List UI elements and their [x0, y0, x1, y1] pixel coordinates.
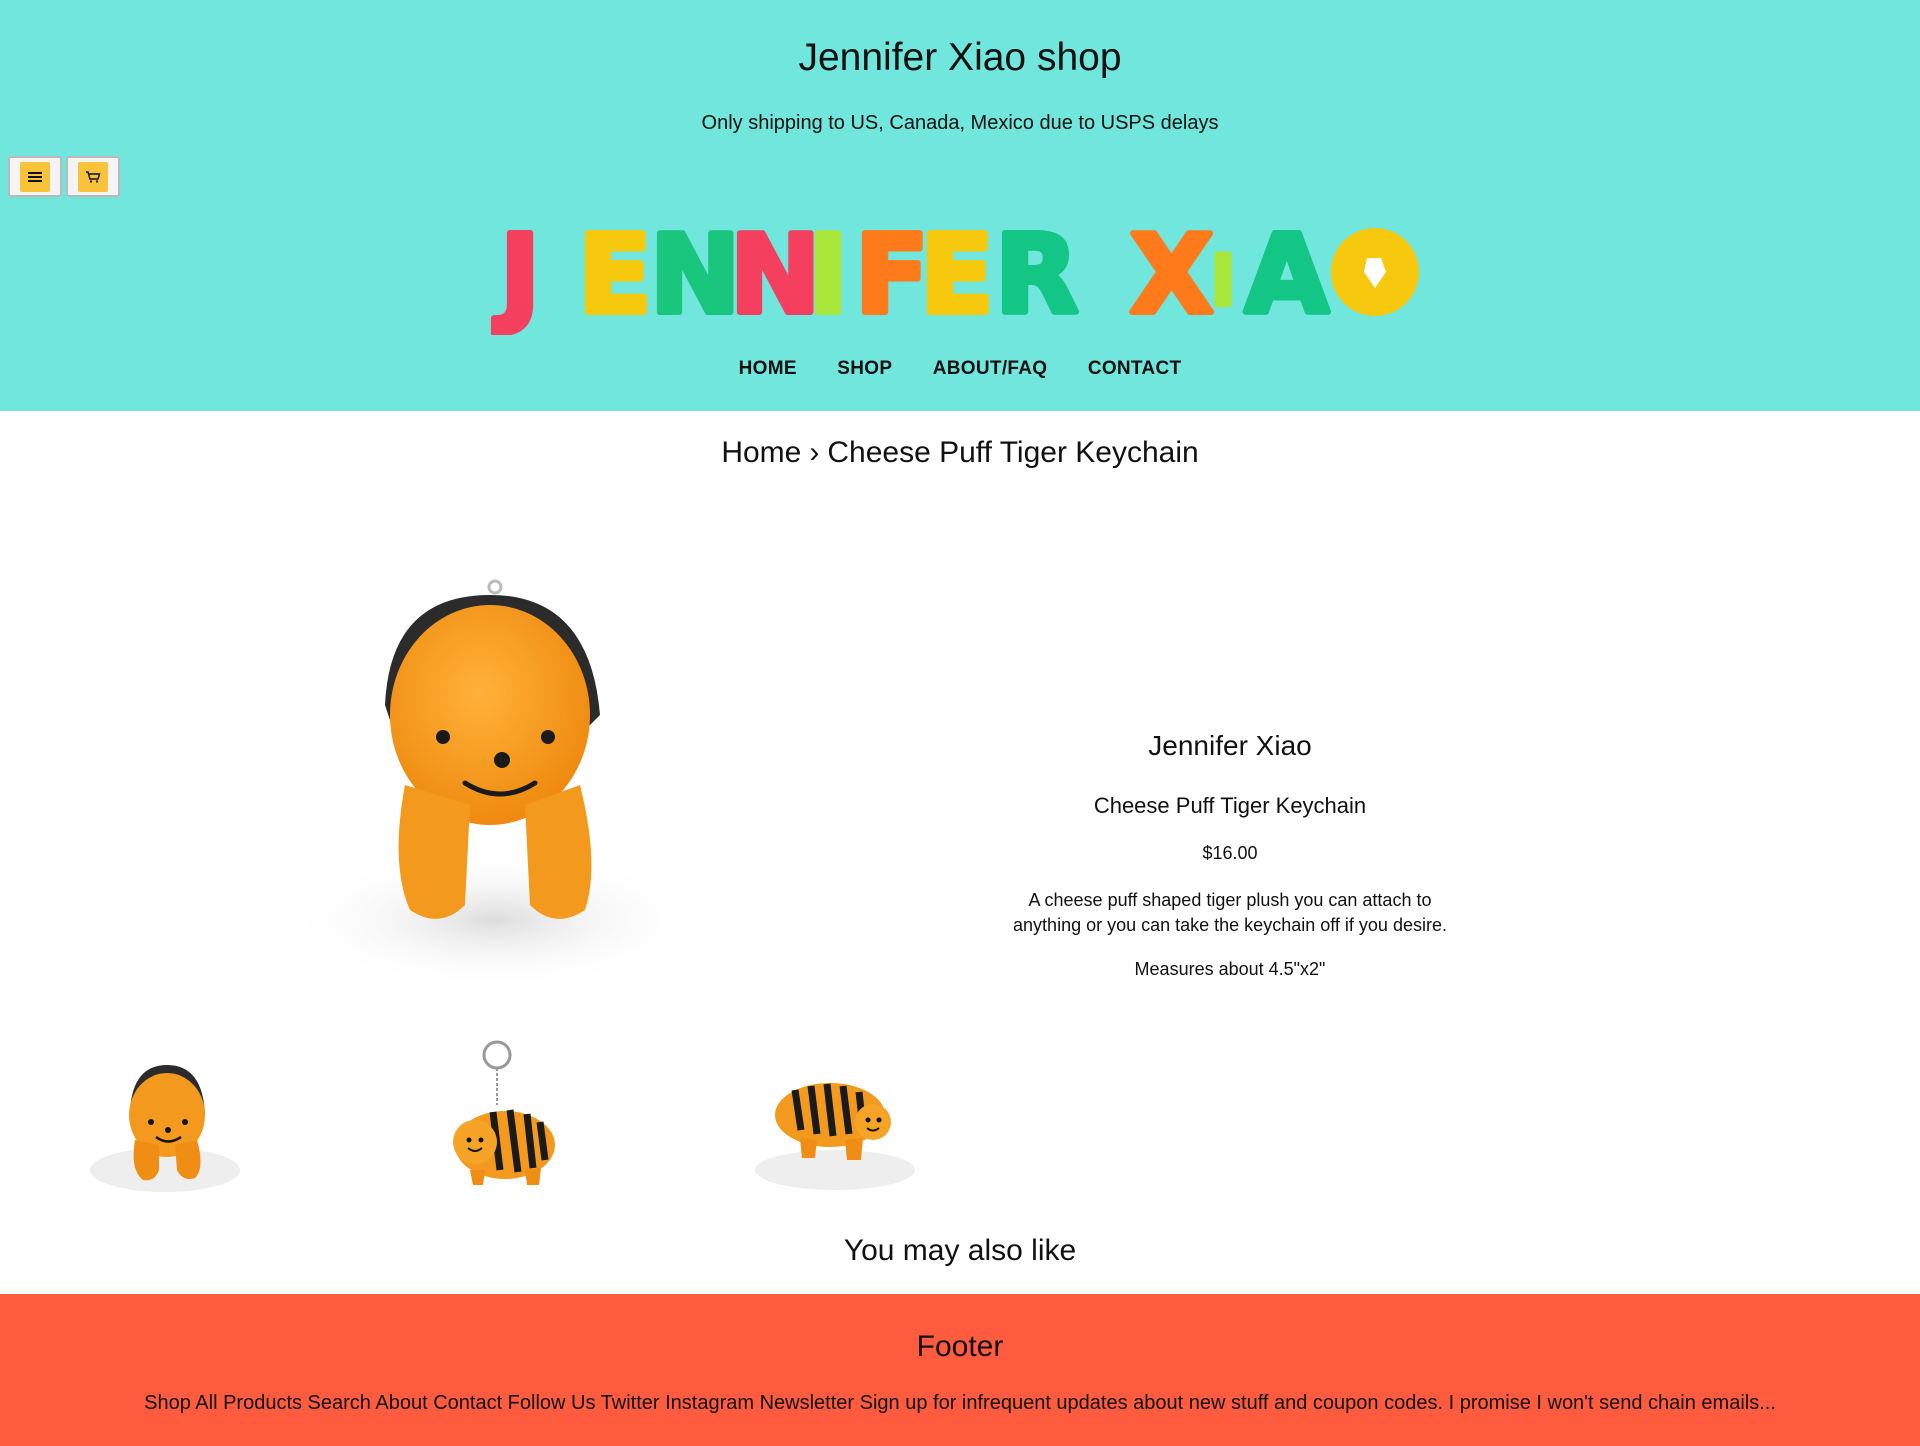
- svg-text:N: N: [650, 213, 740, 335]
- product-thumbnail[interactable]: [415, 1030, 585, 1200]
- breadcrumb: Home › Cheese Puff Tiger Keychain: [0, 436, 1920, 470]
- svg-text:R: R: [995, 213, 1078, 335]
- product-price: $16.00: [1202, 843, 1258, 863]
- announcement-bar: Only shipping to US, Canada, Mexico due …: [701, 112, 1219, 134]
- svg-text:I: I: [808, 213, 848, 335]
- svg-text:E: E: [578, 213, 652, 335]
- nav-about-faq[interactable]: ABOUT/FAQ: [933, 358, 1048, 380]
- related-products-heading: You may also like: [843, 1234, 1077, 1267]
- svg-text:N: N: [730, 213, 820, 335]
- site-footer: Footer Shop All Products Search About Co…: [0, 1294, 1920, 1446]
- shopping-cart-icon: [78, 161, 108, 192]
- nav-home[interactable]: HOME: [739, 358, 797, 380]
- breadcrumb-home-link[interactable]: Home: [721, 436, 801, 469]
- product-measurements: Measures about 4.5"x2": [1134, 959, 1326, 979]
- svg-text:E: E: [920, 213, 994, 335]
- breadcrumb-separator: ›: [809, 436, 820, 469]
- shop-title[interactable]: Jennifer Xiao shop: [0, 36, 1920, 80]
- site-header: Jennifer Xiao shop Only shipping to US, …: [0, 0, 1920, 411]
- product-title: Cheese Puff Tiger Keychain: [1093, 793, 1367, 818]
- svg-text:J: J: [493, 213, 540, 335]
- menu-button[interactable]: [8, 156, 62, 197]
- product-thumbnail[interactable]: [745, 1030, 915, 1200]
- product-vendor[interactable]: Jennifer Xiao: [960, 730, 1500, 762]
- hamburger-menu-icon: [20, 161, 50, 192]
- svg-text:A: A: [1245, 213, 1329, 335]
- main-nav: HOME SHOP ABOUT/FAQ CONTACT: [0, 358, 1920, 380]
- product-main-image[interactable]: [280, 565, 740, 995]
- svg-text:I: I: [1210, 240, 1236, 322]
- cart-button[interactable]: [66, 156, 120, 197]
- breadcrumb-current: Cheese Puff Tiger Keychain: [827, 436, 1199, 469]
- nav-shop[interactable]: SHOP: [837, 358, 892, 380]
- nav-contact[interactable]: CONTACT: [1088, 358, 1182, 380]
- product-thumbnail[interactable]: [85, 1030, 255, 1200]
- footer-title: Footer: [916, 1330, 1004, 1363]
- svg-text:X: X: [1130, 213, 1213, 335]
- product-description: A cheese puff shaped tiger plush you can…: [1013, 890, 1447, 935]
- svg-text:F: F: [855, 213, 929, 335]
- footer-links[interactable]: Shop All Products Search About Contact F…: [0, 1392, 1920, 1415]
- site-logo[interactable]: J E N N I F E R X I A: [490, 210, 1430, 341]
